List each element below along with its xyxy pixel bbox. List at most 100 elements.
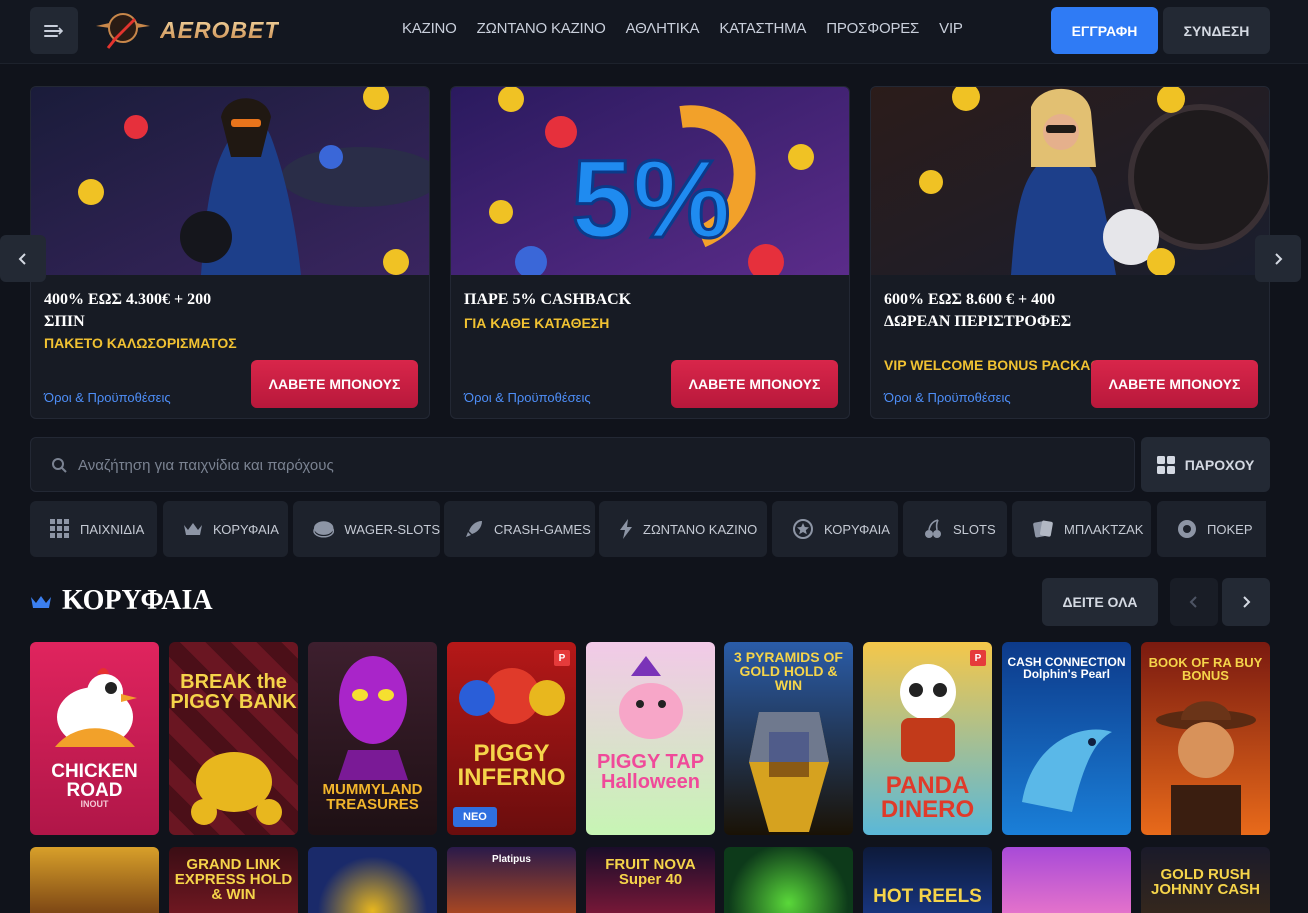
category-live-casino[interactable]: ΖΩΝΤΑΝΟ ΚΑΖΙΝΟ [599,501,767,557]
game-title: FRUIT NOVA Super 40 [605,856,696,888]
chevron-right-icon [1243,596,1251,608]
aviator-emblem-icon [96,13,150,49]
category-label: CRASH-GAMES [494,521,591,537]
see-all-button[interactable]: ΔΕΙΤΕ ΟΛΑ [1042,578,1158,626]
register-button[interactable]: ΕΓΓΡΑΦΗ [1051,7,1158,54]
section-header: ΚΟΡΥΦΑΙΑ [30,585,213,617]
category-label: ΠΑΙΧΝΙΔΙΑ [80,521,145,537]
chip-icon [313,521,335,538]
promo-prev-button[interactable] [0,235,46,282]
game-tile[interactable]: P PANDA DINERO [863,642,992,835]
category-poker[interactable]: ΠΟΚΕΡ [1157,501,1266,557]
promo-terms-link[interactable]: Όροι & Προϋποθέσεις [464,390,591,405]
game-tile[interactable]: 3 PYRAMIDS OF GOLD HOLD & WIN [724,642,853,835]
game-tile[interactable]: Platipus [447,847,576,913]
category-label: ΖΩΝΤΑΝΟ ΚΑΖΙΝΟ [643,521,758,537]
game-art [338,656,408,780]
cards-icon [1033,520,1053,538]
category-top-2[interactable]: ΚΟΡΥΦΑΙΑ [772,501,898,557]
rocket-icon [466,521,482,537]
game-tile[interactable] [30,847,159,913]
promo-card-vip: 600% ΕΩΣ 8.600 € + 400 ΔΩΡΕΑΝ ΠΕΡΙΣΤΡΟΦΕ… [870,86,1270,419]
chevron-left-icon [18,252,26,265]
game-title: PIGGY TAP Halloween [596,751,705,793]
games-next-button[interactable] [1222,578,1270,626]
game-provider: INOUT [80,799,109,809]
game-art [459,668,565,724]
claim-bonus-button[interactable]: ΛΑΒΕΤΕ ΜΠΟΝΟΥΣ [671,360,838,408]
search-icon [52,458,67,473]
game-tile[interactable]: BOOK OF RA BUY BONUS [1141,642,1270,835]
game-art [55,668,137,747]
menu-toggle-button[interactable] [30,7,78,54]
promo-subtitle: VIP WELCOME BONUS PACKAGE [884,357,1111,373]
top-header: AEROBET ΚΑΖΙΝΟ ΖΩΝΤΑΝΟ ΚΑΖΙΝΟ ΑΘΛΗΤΙΚΑ Κ… [0,0,1308,64]
game-title: PANDA DINERO [880,772,975,823]
game-tile[interactable] [1002,847,1131,913]
crown-icon [31,595,51,608]
category-label: ΠΟΚΕΡ [1207,521,1253,537]
promo-next-button[interactable] [1255,235,1301,282]
category-slots[interactable]: SLOTS [903,501,1007,557]
game-tile[interactable]: MUMMYLAND TREASURES [308,642,437,835]
grid-icon [1156,455,1175,474]
promo-subtitle: ΠΑΚΕΤΟ ΚΑΛΩΣΟΡΙΣΜΑΤΟΣ [44,335,237,351]
nav-promotions[interactable]: ΠΡΟΣΦΟΡΕΣ [826,20,919,37]
game-tile[interactable]: CASH CONNECTION Dolphin's Pearl [1002,642,1131,835]
promo-terms-link[interactable]: Όροι & Προϋποθέσεις [44,390,171,405]
game-art [1022,729,1112,812]
games-prev-button[interactable] [1170,578,1218,626]
search-placeholder: Αναζήτηση για παιχνίδια και παρόχους [78,457,334,474]
login-button[interactable]: ΣΥΝΔΕΣΗ [1163,7,1270,54]
game-tile[interactable] [724,847,853,913]
nav-vip[interactable]: VIP [939,20,963,37]
claim-bonus-button[interactable]: ΛΑΒΕΤΕ ΜΠΟΝΟΥΣ [1091,360,1258,408]
nav-store[interactable]: ΚΑΤΑΣΤΗΜΑ [719,20,806,37]
category-bar: ΠΑΙΧΝΙΔΙΑ ΚΟΡΥΦΑΙΑ WAGER-SLOTS CRASH-GAM… [30,501,1266,557]
star-badge-icon [793,519,813,539]
cherry-icon [925,519,941,538]
category-top[interactable]: ΚΟΡΥΦΑΙΑ [163,501,288,557]
game-title: GOLD RUSH JOHNNY CASH [1151,866,1260,898]
game-title: CHICKEN ROAD [51,761,138,801]
game-art [191,752,282,825]
nav-casino[interactable]: ΚΑΖΙΝΟ [402,20,457,37]
providers-button[interactable]: ΠΑΡΟΧΟΥ [1141,437,1270,492]
game-title: PIGGY INFERNO [457,740,566,791]
game-title: MUMMYLAND TREASURES [322,781,423,813]
promo-card-cashback: 5% ΠΑΡΕ 5% CASHBACK ΓΙΑ ΚΑΘΕ ΚΑΤΑΘΕΣΗ Όρ… [450,86,850,419]
lightning-icon [620,519,632,539]
game-tile[interactable]: PIGGY TAP Halloween [586,642,715,835]
claim-bonus-button[interactable]: ΛΑΒΕΤΕ ΜΠΟΝΟΥΣ [251,360,418,408]
nav-live-casino[interactable]: ΖΩΝΤΑΝΟ ΚΑΖΙΝΟ [477,20,606,37]
game-tile[interactable]: GRAND LINK EXPRESS HOLD & WIN [169,847,298,913]
game-tile[interactable]: CHICKEN ROAD INOUT [30,642,159,835]
game-tile[interactable]: FRUIT NOVA Super 40 [586,847,715,913]
menu-collapse-icon [44,24,64,37]
game-tile[interactable]: BREAK the PIGGY BANK [169,642,298,835]
poker-chip-icon [1178,520,1196,538]
new-badge: ΝΕΟ [453,807,497,827]
game-tile[interactable]: P PIGGY INFERNO ΝΕΟ [447,642,576,835]
game-title: BOOK OF RA BUY BONUS [1148,655,1263,683]
promo-title: 600% ΕΩΣ 8.600 € + 400 ΔΩΡΕΑΝ ΠΕΡΙΣΤΡΟΦΕ… [884,291,1072,330]
game-tile[interactable] [308,847,437,913]
promo-banner-image [871,87,1269,275]
game-title: 3 PYRAMIDS OF GOLD HOLD & WIN [734,649,843,693]
chevron-left-icon [1189,596,1197,608]
category-label: ΚΟΡΥΦΑΙΑ [824,521,890,537]
category-label: ΜΠΛΑΚΤΖΑΚ [1064,521,1144,537]
category-games[interactable]: ΠΑΙΧΝΙΔΙΑ [30,501,157,557]
game-search-input[interactable]: Αναζήτηση για παιχνίδια και παρόχους [30,437,1135,492]
game-tile[interactable]: GOLD RUSH JOHNNY CASH [1141,847,1270,913]
category-label: WAGER-SLOTS [344,521,440,537]
brand-logo[interactable]: AEROBET [92,6,279,54]
nav-sports[interactable]: ΑΘΛΗΤΙΚΑ [626,20,700,37]
category-wager-slots[interactable]: WAGER-SLOTS [293,501,440,557]
category-crash-games[interactable]: CRASH-GAMES [444,501,595,557]
game-tile[interactable]: HOT REELS [863,847,992,913]
promo-terms-link[interactable]: Όροι & Προϋποθέσεις [884,390,1011,405]
category-blackjack[interactable]: ΜΠΛΑΚΤΖΑΚ [1012,501,1151,557]
game-badge: Platipus [492,854,531,865]
game-art [619,656,683,739]
